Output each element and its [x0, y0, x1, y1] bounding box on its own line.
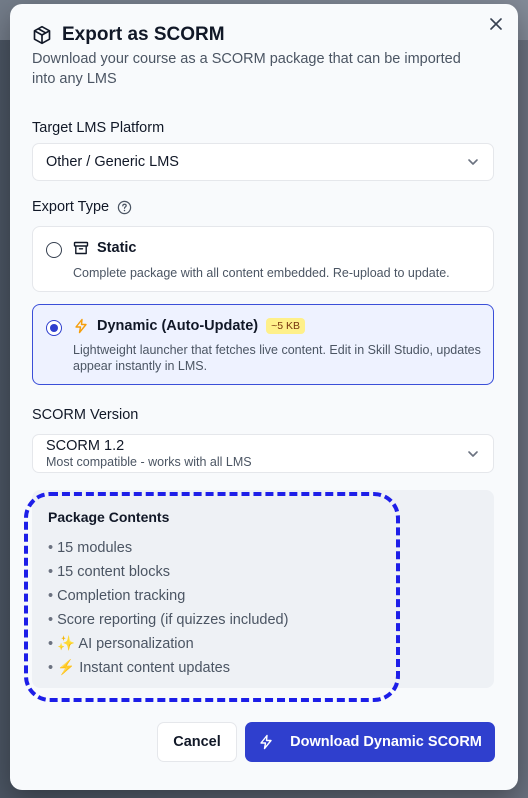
archive-icon [73, 241, 89, 255]
static-radio[interactable] [46, 242, 62, 258]
scorm-version-hint: Most compatible - works with all LMS [46, 455, 252, 469]
export-type-label: Export Type [32, 199, 132, 215]
export-type-label-text: Export Type [32, 199, 110, 215]
dialog-title: Export as SCORM [62, 24, 225, 45]
dynamic-radio[interactable] [46, 320, 62, 336]
static-option-header: Static [73, 240, 137, 256]
lightning-icon [75, 318, 87, 334]
lms-platform-select[interactable]: Other / Generic LMS [32, 143, 494, 181]
size-badge: ~5 KB [266, 318, 306, 334]
lms-platform-value: Other / Generic LMS [46, 154, 179, 170]
download-button[interactable]: Download Dynamic SCORM [245, 722, 495, 762]
dynamic-option-title: Dynamic (Auto-Update) [97, 318, 259, 334]
static-option-description: Complete package with all content embedd… [73, 266, 450, 280]
cancel-button[interactable]: Cancel [157, 722, 237, 762]
lms-platform-label-text: Target LMS Platform [32, 120, 165, 136]
list-item: Score reporting (if quizzes included) [48, 608, 288, 632]
lightning-icon [260, 734, 272, 750]
scorm-version-select[interactable]: SCORM 1.2 Most compatible - works with a… [32, 434, 494, 473]
package-contents-list: 15 modules 15 content blocks Completion … [48, 536, 288, 680]
scorm-version-text-group: SCORM 1.2 Most compatible - works with a… [46, 438, 466, 469]
chevron-down-icon [468, 159, 478, 165]
chevron-down-icon [468, 450, 478, 457]
dynamic-option-header: Dynamic (Auto-Update) ~5 KB [73, 318, 306, 334]
scorm-version-label-text: SCORM Version [32, 407, 139, 423]
scorm-version-value: SCORM 1.2 [46, 438, 125, 454]
dynamic-option-description: Lightweight launcher that fetches live c… [73, 343, 481, 373]
download-button-label: Download Dynamic SCORM [290, 734, 482, 750]
dialog-subtitle: Download your course as a SCORM package … [32, 51, 461, 87]
static-option-title: Static [97, 240, 137, 256]
list-item: 15 content blocks [48, 560, 288, 584]
lms-platform-label: Target LMS Platform [32, 120, 164, 136]
package-icon [33, 25, 51, 45]
scorm-version-label: SCORM Version [32, 407, 138, 423]
export-option-static[interactable]: Static Complete package with all content… [32, 226, 494, 292]
help-icon[interactable] [117, 200, 132, 215]
export-option-dynamic[interactable]: Dynamic (Auto-Update) ~5 KB Lightweight … [32, 304, 494, 385]
list-item: 15 modules [48, 536, 288, 560]
list-item: ⚡ Instant content updates [48, 656, 288, 680]
close-button[interactable] [486, 14, 506, 34]
list-item: ✨ AI personalization [48, 632, 288, 656]
list-item: Completion tracking [48, 584, 288, 608]
close-icon [490, 18, 502, 30]
dialog-header: Export as SCORM [32, 24, 225, 46]
package-contents-title: Package Contents [48, 509, 170, 525]
export-scorm-dialog: Export as SCORM Download your course as … [10, 4, 518, 790]
